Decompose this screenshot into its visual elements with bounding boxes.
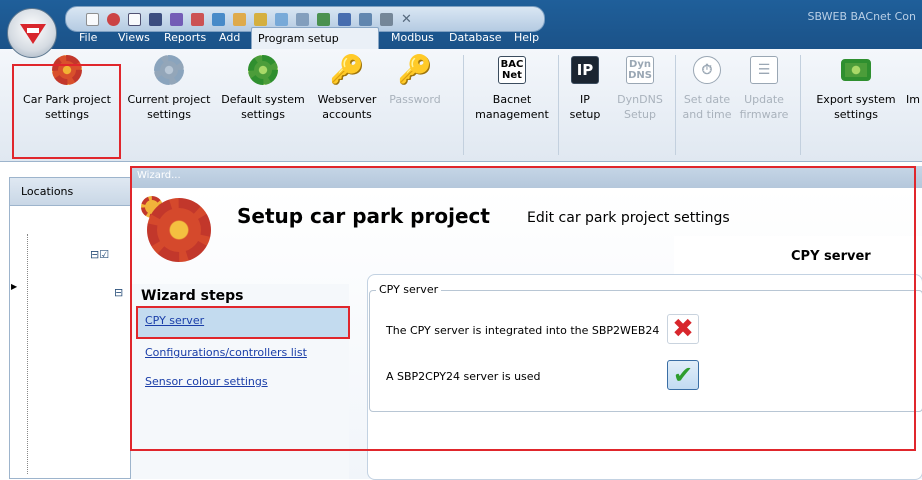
import-button[interactable]: Im	[906, 53, 922, 157]
settings-icon[interactable]	[191, 12, 204, 26]
ip-setup-button[interactable]: IP IP setup	[562, 53, 608, 157]
locations-panel: Locations ⊟☑ ⊟ ▶	[9, 177, 135, 479]
step-cpy-server[interactable]: CPY server	[145, 314, 204, 327]
set-date-and-time-button[interactable]: ⏱ Set date and time	[680, 53, 734, 157]
green-check-icon[interactable]: ✔	[667, 360, 699, 390]
menu-tabs: File Views Reports Add Program setup Mod…	[0, 27, 922, 49]
new-file-icon[interactable]	[86, 12, 99, 26]
transfer-icon[interactable]	[233, 12, 246, 26]
default-system-settings-button[interactable]: Default system settings	[218, 53, 308, 157]
logo-icon	[20, 24, 46, 44]
dyndns-icon: Dyn DNS	[626, 56, 654, 84]
red-x-icon[interactable]: ✖	[667, 314, 699, 344]
hierarchy-icon[interactable]	[338, 12, 351, 26]
ribbon-divider	[463, 55, 464, 155]
tree-node-child[interactable]: ⊟	[114, 286, 123, 299]
tab-help[interactable]: Help	[508, 27, 545, 49]
gear-icon	[248, 55, 278, 85]
bacnet-management-button[interactable]: BAC Net Bacnet management	[470, 53, 554, 157]
tree-line	[27, 234, 28, 474]
window-title: SBWEB BACnet Con	[807, 10, 917, 23]
cpy-server-group	[369, 290, 922, 412]
tab-file[interactable]: File	[73, 27, 103, 49]
ribbon-divider	[675, 55, 676, 155]
update-firmware-button[interactable]: ☰ Update firmware	[734, 53, 794, 157]
gear-icon	[147, 198, 211, 262]
tab-views[interactable]: Views	[112, 27, 156, 49]
key-icon: 🔑	[397, 53, 433, 86]
option-integrated-label: The CPY server is integrated into the SB…	[386, 324, 660, 337]
key-icon: 🔑	[329, 53, 365, 86]
tools-icon[interactable]: ✕	[401, 13, 414, 26]
wizard-heading: Setup car park project	[237, 204, 490, 228]
dyndns-setup-button[interactable]: Dyn DNS DynDNS Setup	[610, 53, 670, 157]
save-icon[interactable]	[149, 12, 162, 26]
wizard-steps-title: Wizard steps	[141, 288, 244, 304]
locations-panel-title: Locations	[10, 178, 134, 206]
tab-cpy-server[interactable]: CPY server	[674, 236, 922, 274]
export-icon	[841, 59, 871, 81]
wizard-subheading: Edit car park project settings	[527, 210, 730, 226]
clock-icon: ⏱	[693, 56, 721, 84]
collapse-icon[interactable]: ⊟	[90, 248, 99, 261]
password-button[interactable]: 🔑 Password	[384, 53, 446, 157]
gear-icon	[154, 55, 184, 85]
arrow-icon[interactable]	[254, 12, 267, 26]
list-icon[interactable]	[380, 12, 393, 26]
export-system-settings-button[interactable]: Export system settings	[806, 53, 906, 157]
step-sensor-colour-settings[interactable]: Sensor colour settings	[145, 375, 268, 388]
ribbon-divider	[800, 55, 801, 155]
tab-reports[interactable]: Reports	[158, 27, 212, 49]
firmware-icon: ☰	[750, 56, 778, 84]
group-title: CPY server	[376, 283, 442, 296]
bacnet-icon: BAC Net	[498, 56, 526, 84]
tab-program-setup[interactable]: Program setup	[251, 27, 379, 49]
tab-add[interactable]: Add	[213, 27, 246, 49]
checkbox-icon[interactable]: ☑	[99, 248, 109, 261]
current-project-settings-button[interactable]: Current project settings	[122, 53, 216, 157]
ribbon-divider	[558, 55, 559, 155]
collapse-icon[interactable]: ⊟	[114, 286, 123, 299]
tab-database[interactable]: Database	[443, 27, 508, 49]
device-icon[interactable]	[359, 12, 372, 26]
ip-icon: IP	[571, 56, 599, 84]
network-icon[interactable]	[296, 12, 309, 26]
tree-icon[interactable]	[317, 12, 330, 26]
tab-modbus[interactable]: Modbus	[385, 27, 440, 49]
ribbon: Car Park project settings Current project…	[0, 49, 922, 162]
car-park-project-settings-button[interactable]: Car Park project settings	[16, 53, 118, 157]
gear-icon	[52, 55, 82, 85]
wizard-title-bar: Wizard...	[131, 166, 922, 188]
option-sbp2cpy24-label: A SBP2CPY24 server is used	[386, 370, 541, 383]
tree-node-root[interactable]: ⊟☑	[90, 248, 109, 261]
upload-icon[interactable]	[212, 12, 225, 26]
row-pointer-icon: ▶	[11, 282, 18, 291]
webserver-accounts-button[interactable]: 🔑 Webserver accounts	[312, 53, 382, 157]
sync-icon[interactable]	[275, 12, 288, 26]
app-menu-button[interactable]	[7, 8, 57, 58]
table-icon[interactable]	[128, 12, 141, 26]
step-configurations-controllers-list[interactable]: Configurations/controllers list	[145, 346, 307, 359]
record-icon[interactable]	[107, 12, 120, 26]
wizard-window: Wizard... Setup car park project Edit ca…	[130, 166, 922, 480]
save-as-icon[interactable]	[170, 12, 183, 26]
